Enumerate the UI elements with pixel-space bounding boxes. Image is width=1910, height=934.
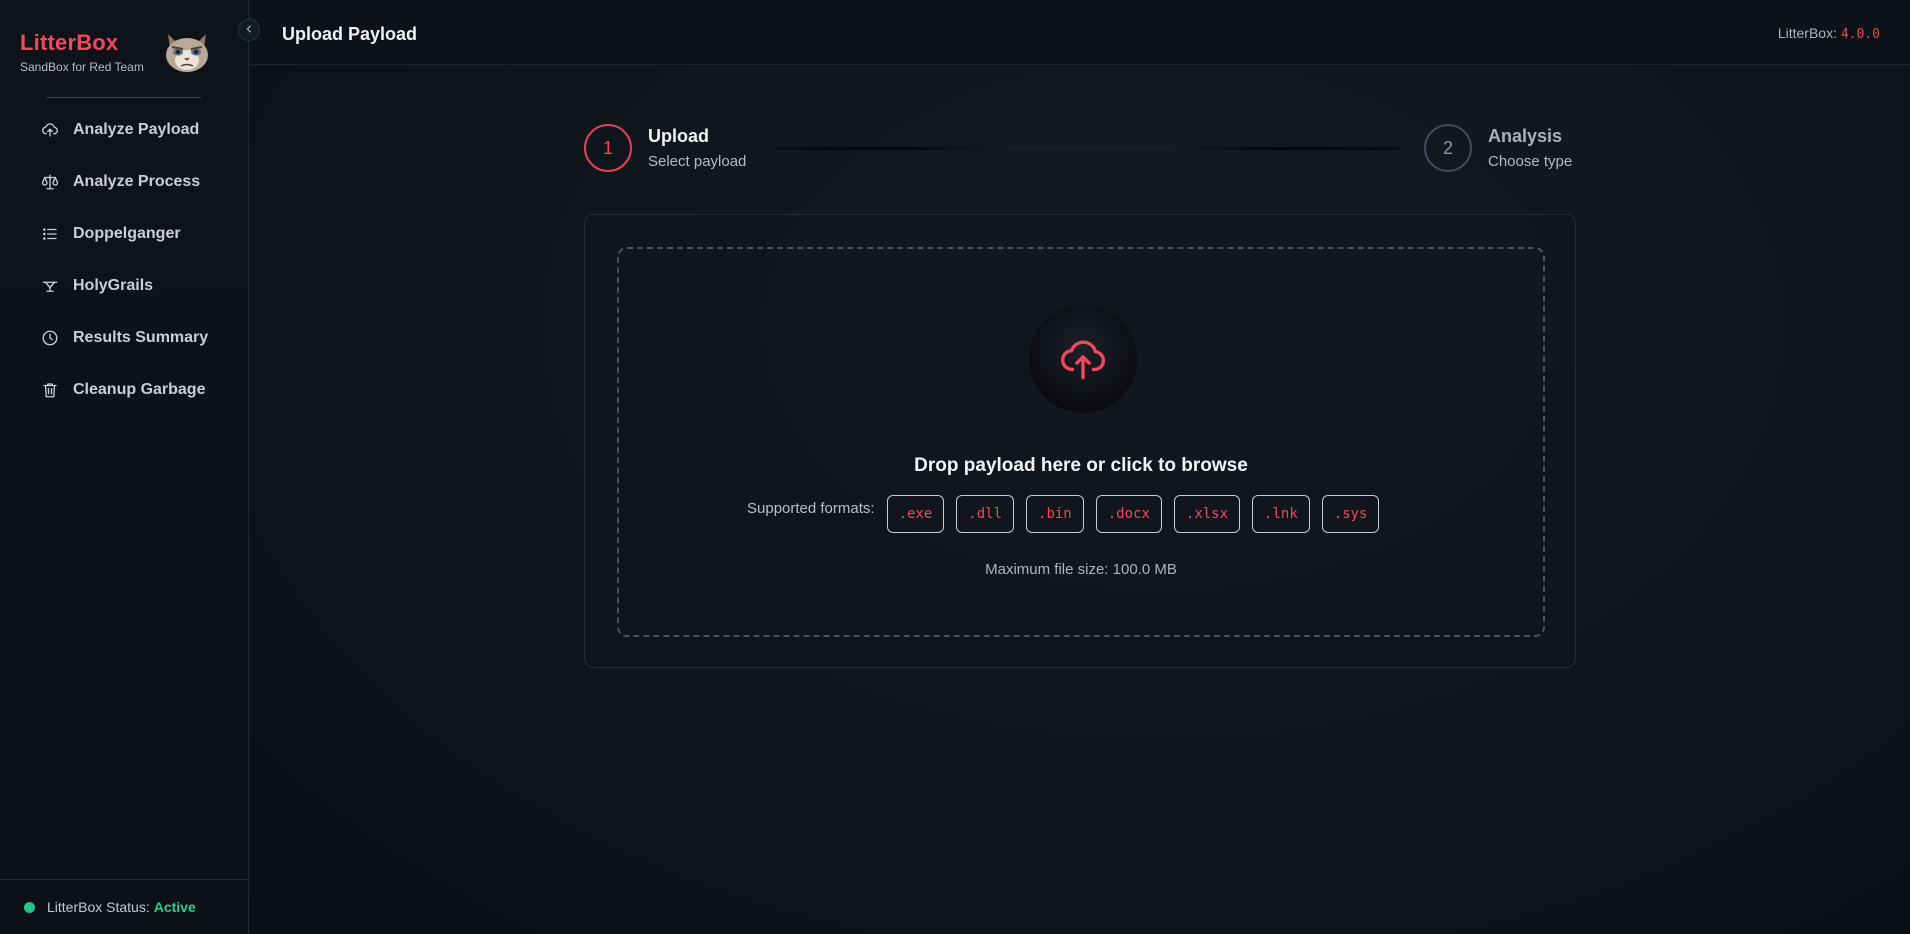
format-badge: .lnk xyxy=(1252,495,1310,533)
sidebar-item-label: HolyGrails xyxy=(73,277,154,294)
status-label: LitterBox Status: xyxy=(47,899,150,915)
status-bar: LitterBox Status: Active xyxy=(0,879,249,934)
cloud-upload-icon xyxy=(41,121,59,139)
brand[interactable]: LitterBox SandBox for Red Team xyxy=(20,30,144,74)
page-title: Upload Payload xyxy=(282,24,418,44)
stepper-connector xyxy=(775,147,1400,150)
step-title: Upload xyxy=(648,126,709,146)
main-content: 1 Upload Select payload 2 Analysis Choos… xyxy=(250,66,1910,934)
brand-name: LitterBox xyxy=(20,30,119,55)
clock-icon xyxy=(41,329,59,347)
step-number: 2 xyxy=(1424,124,1472,172)
sidebar-item-analyze-process[interactable]: Analyze Process xyxy=(0,156,249,208)
cat-logo-icon xyxy=(162,30,212,74)
supported-formats: Supported formats: .exe .dll .bin .docx … xyxy=(747,495,1391,533)
sidebar-collapse-button[interactable] xyxy=(238,19,260,41)
format-badge: .dll xyxy=(956,495,1015,533)
version-label: LitterBox: xyxy=(1777,25,1837,41)
format-badge: .docx xyxy=(1095,495,1162,533)
grail-icon xyxy=(41,277,59,295)
sidebar-item-doppelganger[interactable]: Doppelganger xyxy=(0,208,249,260)
sidebar-item-results-summary[interactable]: Results Summary xyxy=(0,312,249,364)
sidebar-item-label: Results Summary xyxy=(73,329,209,346)
sidebar-item-holygrails[interactable]: HolyGrails xyxy=(0,260,249,312)
trash-icon xyxy=(41,381,59,399)
step-upload[interactable]: 1 Upload Select payload xyxy=(584,124,746,172)
payload-dropzone[interactable]: Drop payload here or click to browse Sup… xyxy=(617,247,1545,637)
upload-card: Drop payload here or click to browse Sup… xyxy=(584,214,1576,668)
step-analysis[interactable]: 2 Analysis Choose type xyxy=(1424,124,1572,172)
cloud-upload-icon xyxy=(1029,305,1137,413)
step-number: 1 xyxy=(584,124,632,172)
step-subtitle: Select payload xyxy=(648,153,747,170)
brand-divider xyxy=(46,97,201,98)
chevron-left-icon xyxy=(244,23,254,37)
sidebar-item-label: Analyze Process xyxy=(73,173,201,190)
sidebar-item-cleanup-garbage[interactable]: Cleanup Garbage xyxy=(0,364,249,416)
format-badge: .bin xyxy=(1026,495,1084,533)
sidebar-item-label: Doppelganger xyxy=(73,225,181,242)
max-file-size: Maximum file size: 100.0 MB xyxy=(985,561,1177,578)
app-window: LitterBox SandBox for Red Team Analyze P… xyxy=(0,0,1910,934)
version-number: 4.0.0 xyxy=(1840,27,1880,42)
status-dot xyxy=(24,901,35,913)
brand-tagline: SandBox for Red Team xyxy=(20,60,144,74)
sidebar: LitterBox SandBox for Red Team Analyze P… xyxy=(0,0,249,934)
sidebar-item-label: Analyze Payload xyxy=(73,121,200,138)
step-subtitle: Choose type xyxy=(1488,153,1573,170)
formats-label: Supported formats: xyxy=(747,499,875,517)
dropzone-title: Drop payload here or click to browse xyxy=(914,455,1248,476)
format-badge: .xlsx xyxy=(1173,495,1241,533)
sidebar-item-analyze-payload[interactable]: Analyze Payload xyxy=(0,104,249,156)
scale-icon xyxy=(41,173,59,191)
sidebar-item-label: Cleanup Garbage xyxy=(73,381,206,398)
format-badge: .sys xyxy=(1321,495,1380,533)
version-info: LitterBox: 4.0.0 xyxy=(1778,25,1880,42)
step-title: Analysis xyxy=(1488,126,1563,146)
top-header: Upload Payload LitterBox: 4.0.0 xyxy=(250,0,1910,65)
sidebar-nav: Analyze Payload Analyze Process Doppelga… xyxy=(0,104,249,416)
list-icon xyxy=(41,225,59,243)
format-badge: .exe xyxy=(886,495,945,533)
status-value: Active xyxy=(153,899,196,915)
